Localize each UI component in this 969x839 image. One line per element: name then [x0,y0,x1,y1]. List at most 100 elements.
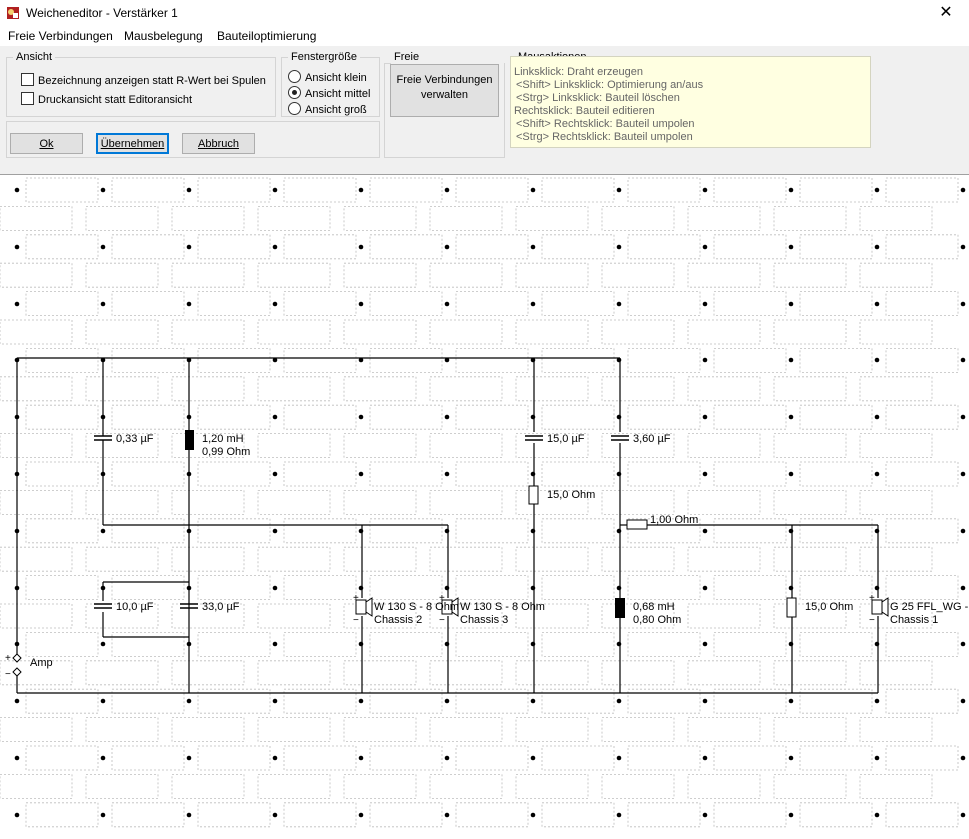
junction-dot[interactable] [14,528,20,534]
grid-cell[interactable] [515,546,589,572]
junction-dot[interactable] [358,414,364,420]
grid-cell[interactable] [541,291,615,317]
grid-cell[interactable] [197,291,271,317]
junction-dot[interactable] [14,471,20,477]
grid-cell[interactable] [369,404,443,430]
junction-dot[interactable] [960,187,966,193]
grid-cell[interactable] [369,518,443,544]
grid-cell[interactable] [885,518,959,544]
junction-dot[interactable] [530,698,536,704]
grid-cell[interactable] [627,291,701,317]
radio-ansicht-gross[interactable]: Ansicht groß [288,102,367,116]
checkbox-druckansicht[interactable]: Druckansicht statt Editoransicht [21,92,192,106]
menu-freie-verbindungen[interactable]: Freie Verbindungen [8,29,113,43]
grid-cell[interactable] [0,489,73,515]
grid-cell[interactable] [25,518,99,544]
grid-cell[interactable] [515,262,589,288]
junction-dot[interactable] [874,414,880,420]
grid-cell[interactable] [713,404,787,430]
junction-dot[interactable] [616,585,622,591]
grid-cell[interactable] [111,234,185,260]
grid-cell[interactable] [25,291,99,317]
junction-dot[interactable] [100,414,106,420]
grid-cell[interactable] [773,717,847,742]
grid-cell[interactable] [171,546,245,572]
grid-cell[interactable] [197,518,271,544]
junction-dot[interactable] [444,301,450,307]
junction-dot[interactable] [272,585,278,591]
grid-cell[interactable] [713,575,787,600]
junction-dot[interactable] [272,187,278,193]
junction-dot[interactable] [530,528,536,534]
grid-cell[interactable] [25,234,99,260]
grid-cell[interactable] [343,376,417,402]
grid-cell[interactable] [85,489,159,515]
grid-cell[interactable] [773,774,847,799]
junction-dot[interactable] [874,641,880,647]
grid-cell[interactable] [687,546,761,572]
grid-cell[interactable] [627,802,701,828]
grid-cell[interactable] [369,802,443,828]
junction-dot[interactable] [874,812,880,818]
junction-dot[interactable] [444,585,450,591]
grid-cell[interactable] [627,347,701,373]
junction-dot[interactable] [530,414,536,420]
grid-cell[interactable] [197,404,271,430]
grid-cell[interactable] [773,433,847,459]
grid-cell[interactable] [369,632,443,657]
grid-cell[interactable] [601,717,675,742]
junction-dot[interactable] [14,187,20,193]
radio-ansicht-klein[interactable]: Ansicht klein [288,70,367,84]
grid-cell[interactable] [111,461,185,487]
grid-cell[interactable] [197,632,271,657]
grid-cell[interactable] [257,376,331,402]
grid-cell[interactable] [713,461,787,487]
grid-cell[interactable] [25,802,99,828]
capacitor-c1[interactable] [94,430,112,444]
grid-cell[interactable] [541,461,615,487]
junction-dot[interactable] [788,301,794,307]
grid-cell[interactable] [197,745,271,771]
grid-cell[interactable] [257,433,331,459]
grid-cell[interactable] [799,518,873,544]
grid-cell[interactable] [859,205,933,231]
grid-cell[interactable] [369,291,443,317]
grid-cell[interactable] [799,347,873,373]
grid-cell[interactable] [773,262,847,288]
grid-cell[interactable] [25,632,99,657]
grid-cell[interactable] [541,404,615,430]
junction-dot[interactable] [874,755,880,761]
junction-dot[interactable] [702,301,708,307]
junction-dot[interactable] [14,585,20,591]
junction-dot[interactable] [100,528,106,534]
junction-dot[interactable] [14,755,20,761]
junction-dot[interactable] [530,755,536,761]
junction-dot[interactable] [960,471,966,477]
junction-dot[interactable] [616,357,622,363]
grid-cell[interactable] [601,774,675,799]
junction-dot[interactable] [186,528,192,534]
grid-cell[interactable] [541,632,615,657]
junction-dot[interactable] [14,698,20,704]
grid-cell[interactable] [283,404,357,430]
grid-cell[interactable] [25,347,99,373]
junction-dot[interactable] [358,641,364,647]
grid-cell[interactable] [343,660,417,686]
grid-cell[interactable] [515,660,589,686]
grid-cell[interactable] [885,745,959,771]
junction-dot[interactable] [444,471,450,477]
junction-dot[interactable] [186,301,192,307]
grid-cell[interactable] [429,433,503,459]
grid-cell[interactable] [687,717,761,742]
junction-dot[interactable] [100,641,106,647]
grid-cell[interactable] [343,489,417,515]
grid-cell[interactable] [799,177,873,203]
junction-dot[interactable] [444,244,450,250]
grid-cell[interactable] [515,319,589,345]
grid-cell[interactable] [773,660,847,686]
grid-cell[interactable] [541,575,615,600]
capacitor-c2[interactable] [525,435,543,441]
grid-cell[interactable] [197,177,271,203]
junction-dot[interactable] [874,301,880,307]
junction-dot[interactable] [444,528,450,534]
